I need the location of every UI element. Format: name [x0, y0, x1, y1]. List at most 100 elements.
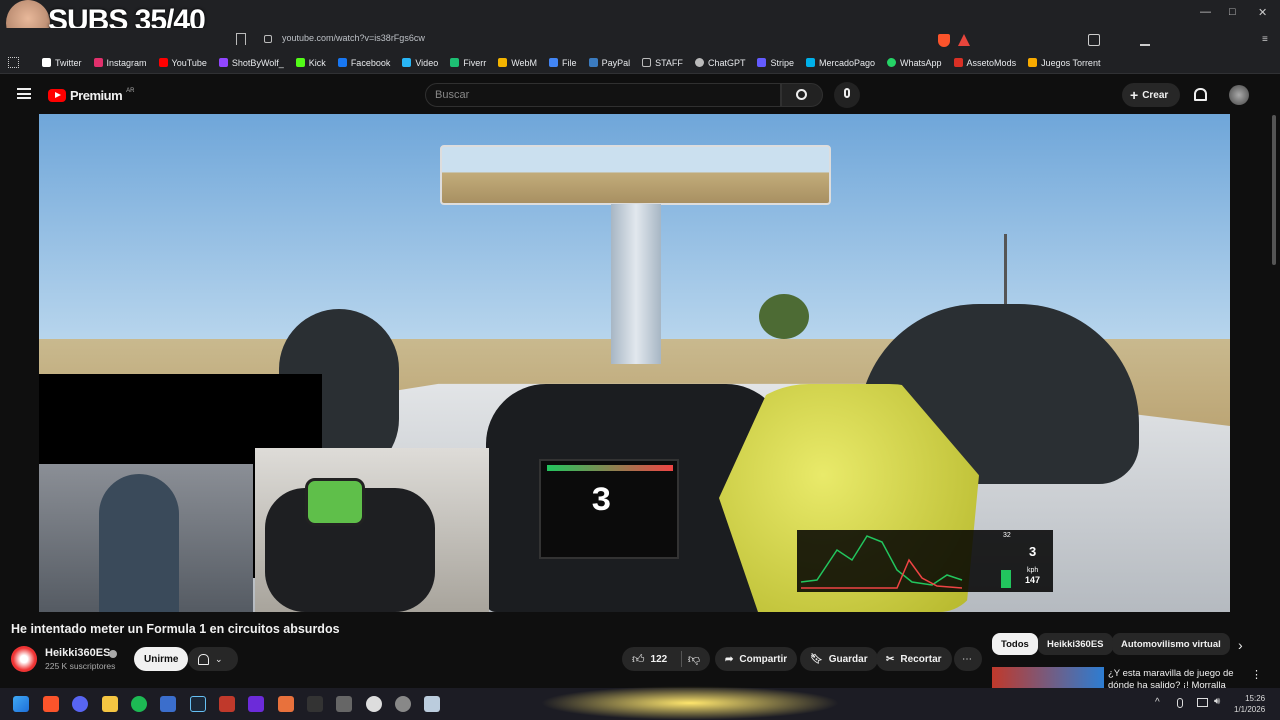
twitter-icon: [42, 58, 51, 67]
windows-start-icon[interactable]: [13, 696, 29, 712]
search-input[interactable]: Buscar: [425, 83, 781, 107]
more-actions-button[interactable]: ⋯: [954, 647, 982, 671]
hamburger-menu-icon[interactable]: [17, 88, 31, 99]
app-icon-8[interactable]: [248, 696, 264, 712]
region-label: AR: [126, 87, 135, 94]
app-icon-7[interactable]: [219, 696, 235, 712]
brave-shield-icon[interactable]: [938, 34, 950, 47]
youtube-play-icon: [48, 89, 66, 102]
bookmark-stripe[interactable]: Stripe: [751, 58, 800, 68]
bookmark-file[interactable]: File: [543, 58, 583, 68]
bookmark-facebook[interactable]: Facebook: [332, 58, 397, 68]
facebook-icon: [337, 58, 347, 67]
bookmark-youtube[interactable]: YouTube: [153, 58, 213, 68]
clip-button[interactable]: ✂ Recortar: [876, 647, 952, 671]
create-button[interactable]: + Crear: [1122, 83, 1180, 107]
chip-automovilismo-virtual[interactable]: Automovilismo virtual: [1112, 633, 1230, 655]
sun-glow: [540, 686, 840, 720]
like-button[interactable]: 👍︎ 122 👎︎: [622, 647, 710, 671]
steam-icon[interactable]: [190, 696, 206, 712]
bookmark-whatsapp[interactable]: WhatsApp: [881, 58, 948, 68]
apps-grid-icon[interactable]: [8, 57, 19, 68]
folder-icon: [642, 58, 652, 67]
app-icon-10[interactable]: [307, 696, 323, 712]
recommendation-title[interactable]: ¿Y esta maravilla de juego de dónde ha s…: [1108, 668, 1248, 688]
paypal-icon: [588, 58, 598, 67]
maximize-button[interactable]: □: [1229, 6, 1236, 18]
tray-chevron-icon[interactable]: ^: [1155, 697, 1160, 708]
downloads-icon[interactable]: [1140, 34, 1150, 46]
youtube-premium-label: Premium: [70, 88, 123, 103]
share-button[interactable]: ➦ Compartir: [715, 647, 798, 671]
channel-avatar[interactable]: [11, 646, 37, 672]
bookmark-assetomods[interactable]: AssetoMods: [948, 58, 1023, 68]
save-button[interactable]: 🔖︎ Guardar: [800, 647, 878, 671]
gear-indicator: 3: [591, 483, 612, 521]
volume-icon[interactable]: 🔊︎: [1214, 696, 1220, 707]
bookmark-fiverr[interactable]: Fiverr: [444, 58, 492, 68]
bookmarks-bar: Twitter Instagram YouTube ShotByWolf_ Ki…: [0, 52, 1280, 74]
youtube-logo[interactable]: Premium AR: [48, 88, 134, 103]
app-icon-5[interactable]: [160, 696, 176, 712]
bookmark-mercadopago[interactable]: MercadoPago: [800, 58, 881, 68]
extensions-icon[interactable]: [1088, 34, 1100, 46]
bookmark-webm[interactable]: WebM: [492, 58, 543, 68]
speed-value: 147: [1025, 575, 1041, 585]
network-icon[interactable]: [1197, 698, 1208, 707]
menu-icon[interactable]: ≡: [1262, 34, 1270, 46]
search-button[interactable]: [781, 83, 823, 107]
minimize-button[interactable]: —: [1200, 6, 1211, 18]
thumbs-down-icon[interactable]: 👎︎: [688, 652, 700, 667]
join-button[interactable]: Unirme: [134, 647, 189, 671]
bookmark-video[interactable]: Video: [396, 58, 444, 68]
bookmark-kick[interactable]: Kick: [290, 58, 332, 68]
bookmark-star-icon[interactable]: [236, 33, 246, 45]
bookmark-chatgpt[interactable]: ChatGPT: [689, 58, 752, 68]
streamer-figure: [99, 474, 179, 612]
taskbar-clock[interactable]: 15:26 1/1/2026: [1234, 693, 1265, 715]
app-icon-9[interactable]: [278, 696, 294, 712]
subscribe-notifications-button[interactable]: ⌄: [188, 647, 238, 671]
brave-taskbar-icon[interactable]: [43, 696, 59, 712]
spotify-icon[interactable]: [131, 696, 147, 712]
bookmark-juegos-torrent[interactable]: Juegos Torrent: [1022, 58, 1106, 68]
app-icon-14[interactable]: [424, 696, 440, 712]
recommendation-thumbnail[interactable]: [992, 667, 1104, 688]
plus-icon: +: [1130, 87, 1139, 103]
subscriber-count: 225 K suscriptores: [45, 661, 116, 671]
tree: [759, 294, 809, 339]
chevron-down-icon: ⌄: [215, 653, 223, 664]
bookmark-twitter[interactable]: Twitter: [36, 58, 88, 68]
user-avatar[interactable]: [1229, 85, 1249, 105]
site-info-icon[interactable]: [264, 35, 272, 43]
app-icon-11[interactable]: [336, 696, 352, 712]
discord-taskbar-icon[interactable]: [72, 696, 88, 712]
thumbs-up-icon: 👍︎: [632, 651, 645, 666]
app-icon-13[interactable]: [395, 696, 411, 712]
scissors-icon: ✂: [886, 653, 895, 665]
voice-search-button[interactable]: [834, 82, 860, 108]
bookmark-staff[interactable]: STAFF: [636, 58, 689, 68]
streamer-webcam: [39, 464, 253, 612]
file-explorer-icon[interactable]: [102, 696, 118, 712]
speed-unit: kph: [1027, 567, 1039, 574]
chatgpt-icon: [694, 58, 704, 67]
bookmark-instagram[interactable]: Instagram: [88, 58, 153, 68]
microphone-tray-icon[interactable]: [1177, 698, 1183, 708]
video-title: He intentado meter un Formula 1 en circu…: [11, 622, 340, 636]
chatgpt-taskbar-icon[interactable]: [366, 696, 382, 712]
more-horizontal-icon: ⋯: [962, 653, 972, 665]
chip-todos[interactable]: Todos: [992, 633, 1038, 655]
webm-icon: [498, 58, 508, 67]
page-scrollbar[interactable]: [1272, 115, 1276, 265]
bookmark-shotbywolf[interactable]: ShotByWolf_: [213, 58, 290, 68]
notifications-bell-icon[interactable]: [1194, 88, 1207, 101]
wheel-display: 3: [539, 459, 679, 559]
chip-heikki360es[interactable]: Heikki360ES: [1038, 633, 1113, 655]
bookmark-paypal[interactable]: PayPal: [583, 58, 637, 68]
url-field[interactable]: youtube.com/watch?v=is38rFgs6cw: [282, 33, 425, 43]
channel-name[interactable]: Heikki360ES: [45, 647, 110, 659]
close-window-button[interactable]: ✕: [1258, 6, 1267, 19]
recommendation-more-icon[interactable]: ⋮: [1251, 668, 1262, 681]
chevron-right-icon[interactable]: ›: [1238, 637, 1243, 653]
